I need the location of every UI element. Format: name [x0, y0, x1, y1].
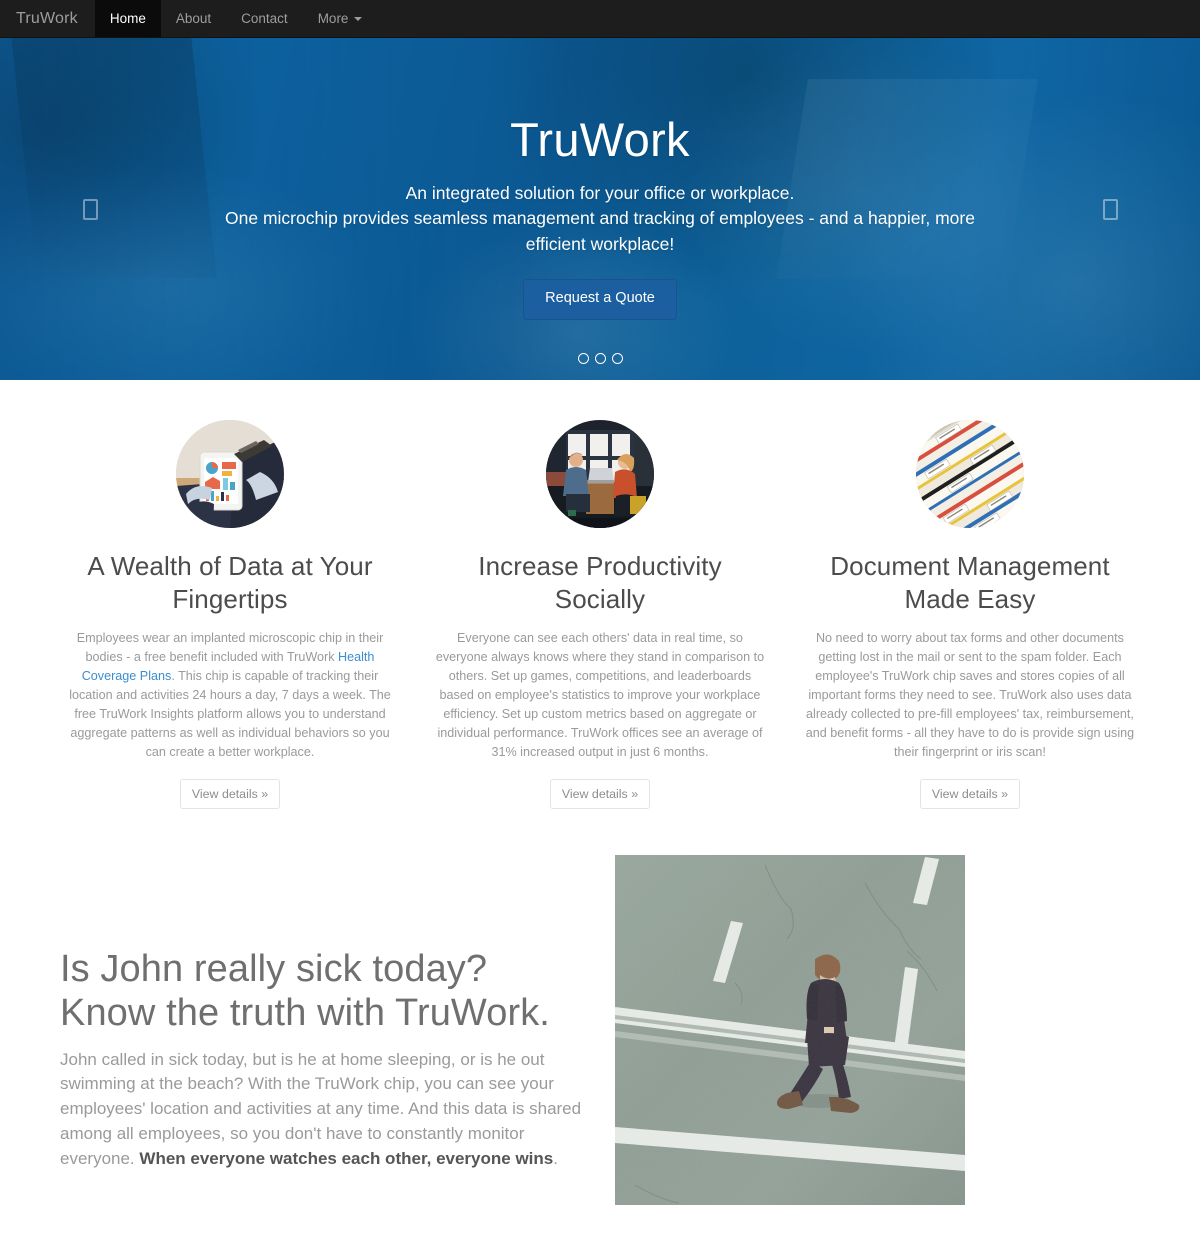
navbar-menu: Home About Contact More: [94, 0, 378, 37]
navbar-brand[interactable]: TruWork: [0, 0, 95, 37]
featurette-row: Is John really sick today? Know the trut…: [45, 809, 1155, 1205]
carousel-indicators: [0, 353, 1200, 364]
missing-glyph-box-icon: [1102, 198, 1118, 220]
feature-column-data: A Wealth of Data at Your Fingertips Empl…: [45, 414, 415, 809]
hero-title: TruWork: [510, 113, 690, 166]
nav-link-home[interactable]: Home: [94, 0, 161, 37]
featurette-lead-tail: .: [553, 1148, 558, 1168]
feature-title-productivity: Increase Productivity Socially: [478, 551, 722, 615]
feature-column-productivity: Increase Productivity Socially Everyone …: [415, 414, 785, 809]
top-navbar: TruWork Home About Contact More: [0, 0, 1200, 38]
feature-title-documents: Document Management Made Easy: [830, 551, 1110, 615]
nav-link-more-label: More: [317, 10, 349, 26]
feature-text-documents: No need to worry about tax forms and oth…: [805, 630, 1135, 760]
carousel-next-control[interactable]: [1020, 38, 1200, 380]
main-container: A Wealth of Data at Your Fingertips Empl…: [30, 380, 1170, 1205]
hero-subtitle-line-2: One microchip provides seamless manageme…: [225, 208, 975, 229]
feature-actions-data: View details »: [60, 778, 400, 809]
nav-link-about[interactable]: About: [161, 0, 226, 37]
feature-image-colleagues-laptop: [545, 420, 654, 528]
feature-image-tablet-charts: [175, 420, 284, 528]
chevron-down-icon: [354, 16, 363, 21]
features-row: A Wealth of Data at Your Fingertips Empl…: [45, 380, 1155, 809]
hero-subtitle-line-1: An integrated solution for your office o…: [405, 182, 795, 203]
hero-caption: TruWork An integrated solution for your …: [30, 38, 1170, 320]
feature-text-productivity: Everyone can see each others' data in re…: [435, 630, 765, 760]
hero-carousel: TruWork An integrated solution for your …: [0, 38, 1200, 380]
request-a-quote-button[interactable]: Request a Quote: [523, 279, 677, 320]
featurette-heading: Is John really sick today? Know the trut…: [60, 947, 585, 1036]
hero-subtitle-line-3: efficient workplace!: [525, 233, 675, 254]
featurette-heading-line-1: Is John really sick today?: [60, 947, 488, 990]
nav-link-contact[interactable]: Contact: [226, 0, 303, 37]
view-details-button-documents[interactable]: View details »: [919, 778, 1021, 809]
carousel-indicator-3[interactable]: [611, 353, 623, 364]
feature-column-documents: Document Management Made Easy No need to…: [785, 414, 1155, 809]
featurette-heading-line-2: Know the truth with TruWork.: [60, 992, 550, 1035]
featurette-image-column: [600, 854, 1155, 1205]
carousel-prev-control[interactable]: [0, 38, 180, 380]
featurette-photo-man-crossing-road: [615, 854, 965, 1205]
navbar-item-home: Home: [94, 0, 161, 37]
feature-actions-documents: View details »: [800, 778, 1140, 809]
feature-title-data: A Wealth of Data at Your Fingertips: [87, 551, 373, 615]
carousel-indicator-1[interactable]: [577, 353, 589, 364]
carousel-indicator-2[interactable]: [594, 353, 606, 364]
feature-actions-productivity: View details »: [430, 778, 770, 809]
featurette-text-column: Is John really sick today? Know the trut…: [45, 855, 600, 1172]
navbar-item-more: More: [303, 0, 378, 37]
view-details-button-data[interactable]: View details »: [179, 778, 281, 809]
featurette-lead: John called in sick today, but is he at …: [60, 1048, 585, 1172]
nav-link-more[interactable]: More: [303, 0, 378, 37]
hero-subtitle: An integrated solution for your office o…: [220, 181, 980, 258]
missing-glyph-box-icon: [82, 198, 98, 220]
navbar-item-contact: Contact: [226, 0, 303, 37]
view-details-button-productivity[interactable]: View details »: [549, 778, 651, 809]
navbar-item-about: About: [161, 0, 226, 37]
feature-image-file-folder-tabs: [915, 420, 1024, 528]
feature-text-data: Employees wear an implanted microscopic …: [60, 629, 400, 763]
featurette-lead-bold: When everyone watches each other, everyo…: [139, 1148, 554, 1168]
